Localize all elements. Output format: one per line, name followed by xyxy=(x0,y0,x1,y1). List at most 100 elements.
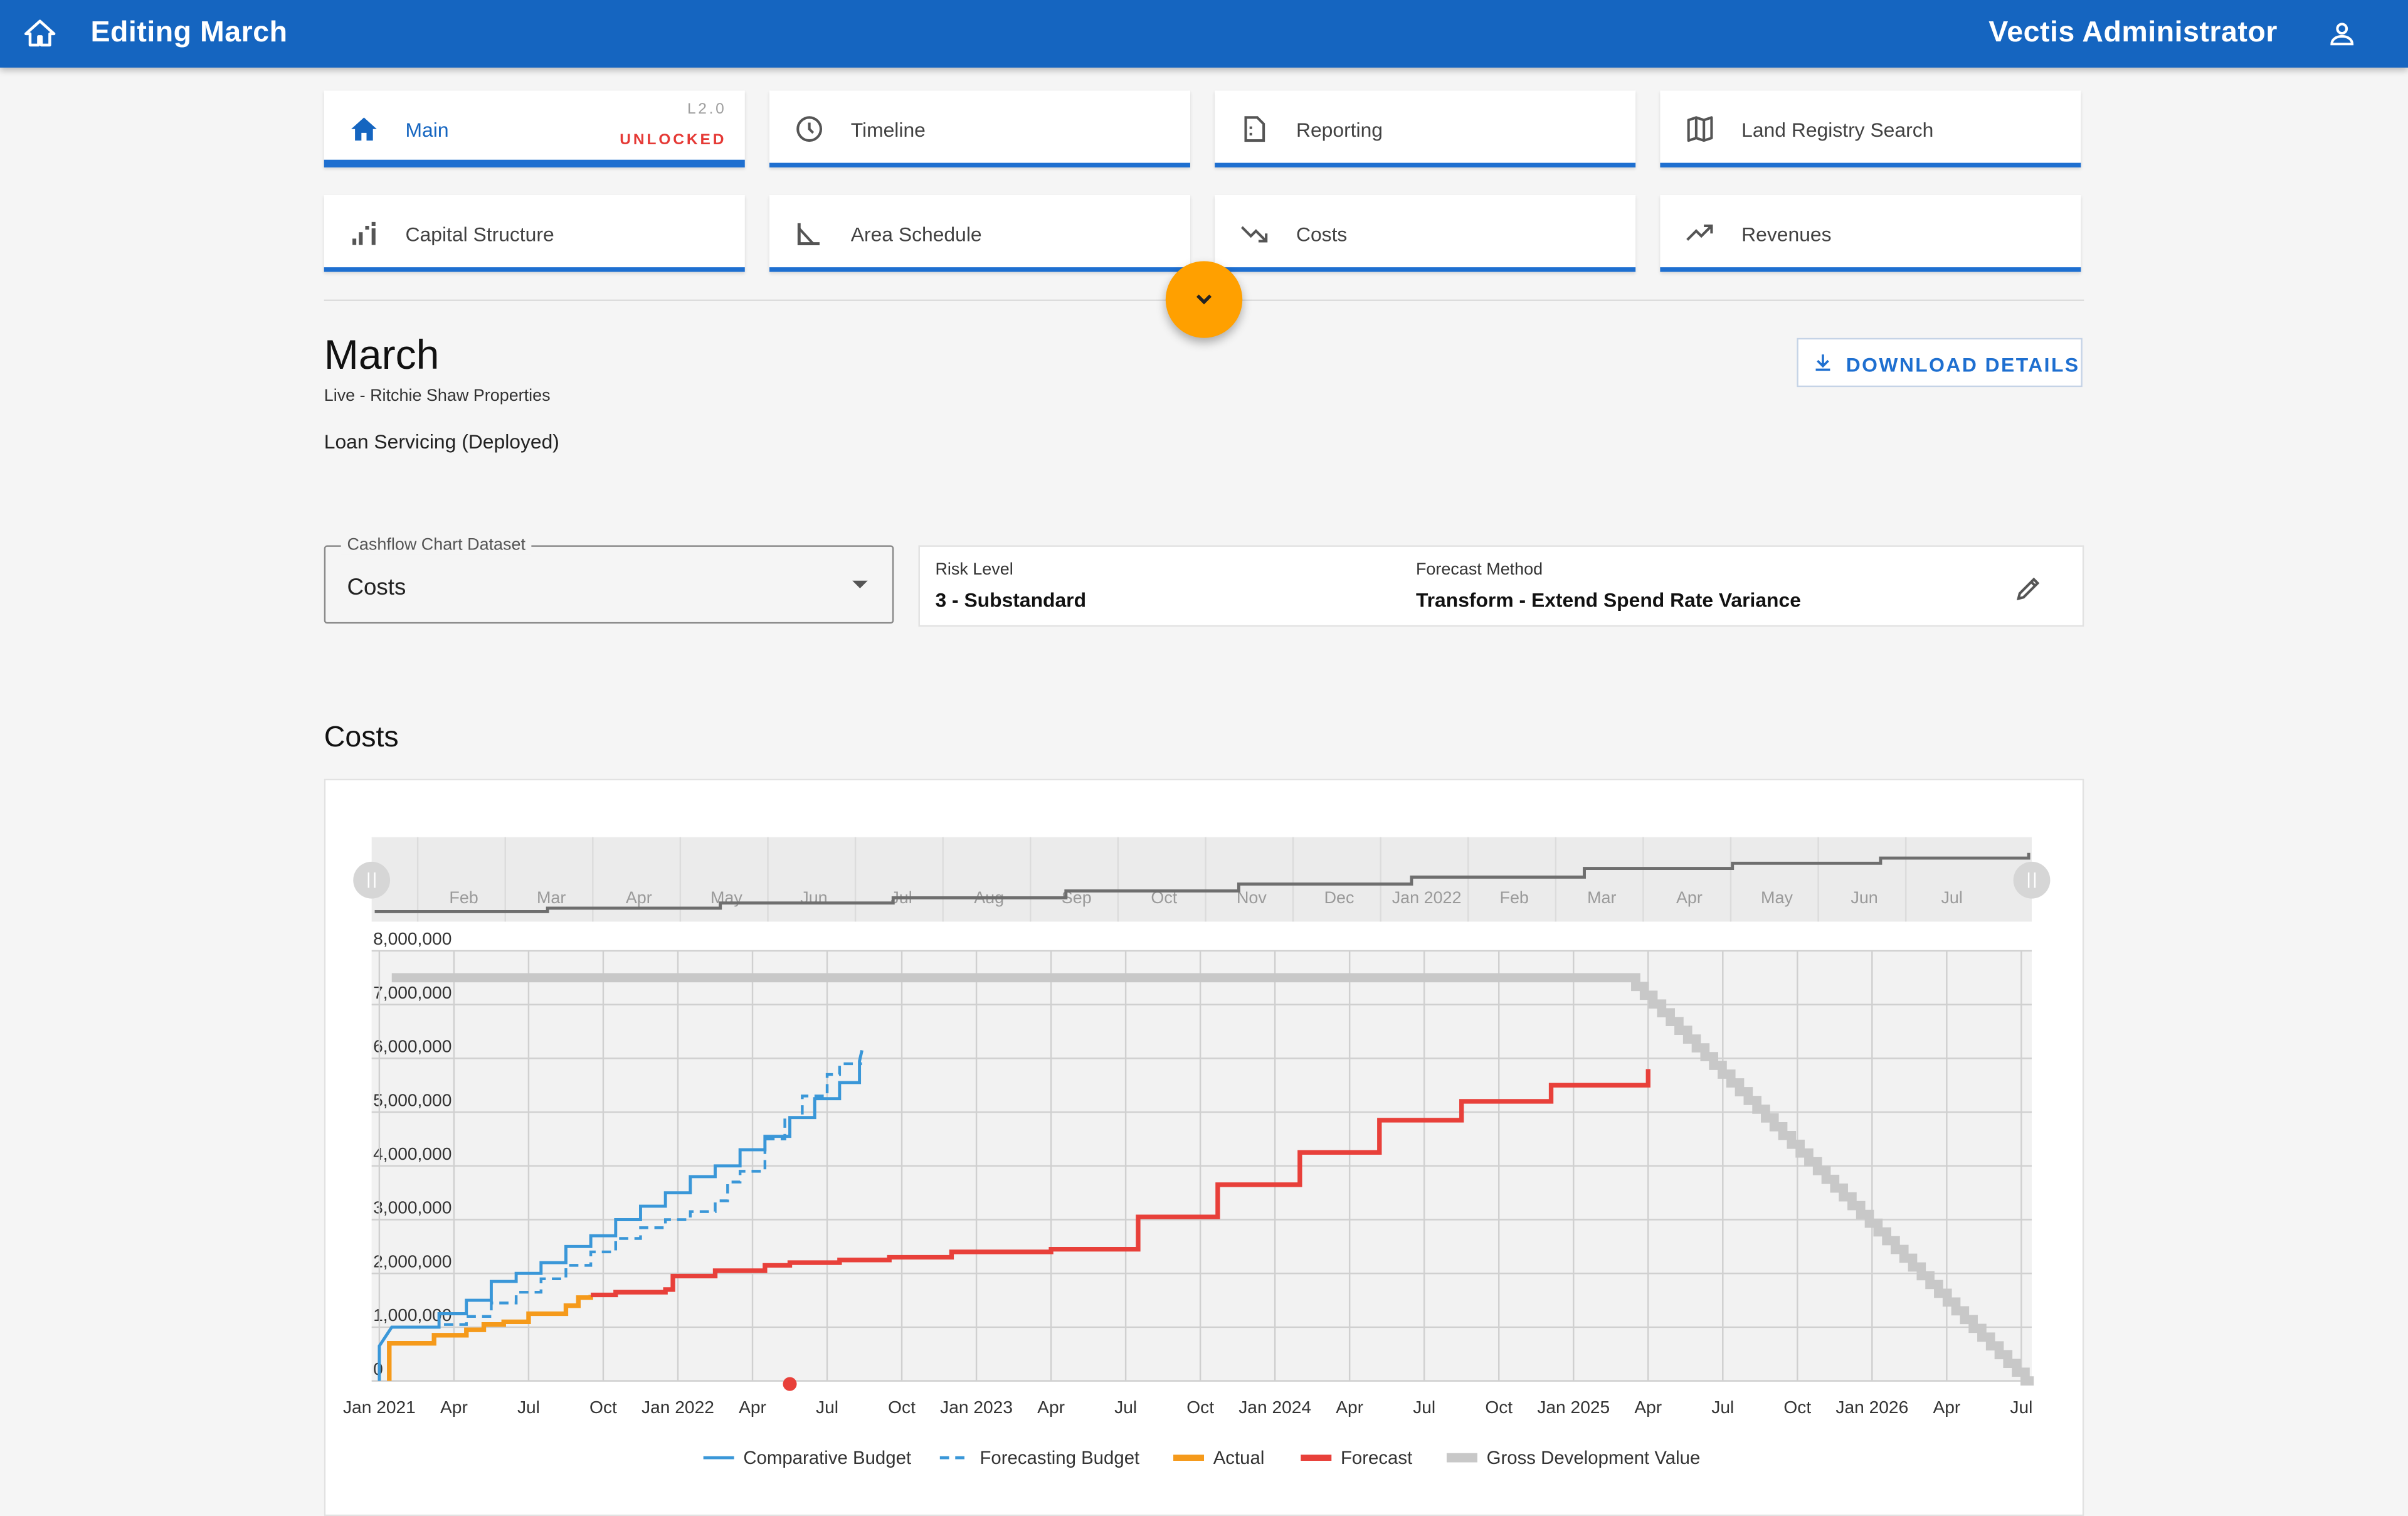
x-tick-label: Oct xyxy=(589,1397,617,1417)
stairs-icon xyxy=(352,221,376,245)
navigator-tick-label: Jul xyxy=(1941,888,1962,907)
x-tick-label: Oct xyxy=(888,1397,916,1417)
top-app-bar: Editing March Vectis Administrator xyxy=(0,0,2408,68)
x-tick-label: Jul xyxy=(1413,1397,1435,1417)
nav-card-label: Area Schedule xyxy=(850,223,982,246)
nav-card-land-registry[interactable]: Land Registry Search xyxy=(1660,90,2081,167)
map-icon xyxy=(1687,116,1713,142)
navigator-tick-label: Dec xyxy=(1324,888,1354,907)
x-tick-label: Jul xyxy=(2010,1397,2032,1417)
version-label: L2.0 xyxy=(687,101,727,119)
project-subtitle: Live - Ritchie Shaw Properties xyxy=(324,387,551,406)
navigator-tick-label: May xyxy=(1761,888,1793,907)
forecast-method-value: Transform - Extend Spend Rate Variance xyxy=(1415,588,1801,612)
today-marker xyxy=(783,1377,797,1391)
navigator-tick-label: Apr xyxy=(626,888,652,907)
y-tick-label: 3,000,000 xyxy=(373,1198,452,1217)
project-state: Loan Servicing (Deployed) xyxy=(324,430,559,453)
legend-item-label[interactable]: Actual xyxy=(1213,1448,1265,1468)
nav-card-revenues[interactable]: Revenues xyxy=(1660,195,2081,272)
trending-down-icon xyxy=(1240,226,1268,243)
nav-card-label: Revenues xyxy=(1741,223,1832,246)
y-tick-label: 7,000,000 xyxy=(373,983,452,1002)
x-tick-label: Jul xyxy=(816,1397,838,1417)
dropdown-arrow-icon xyxy=(852,580,868,588)
navigator-tick-label: Apr xyxy=(1676,888,1703,907)
x-tick-label: Jul xyxy=(1711,1397,1734,1417)
cashflow-dataset-select[interactable]: Cashflow Chart Dataset Costs xyxy=(324,536,894,624)
chevron-down-icon xyxy=(1196,294,1212,305)
nav-card-label: Timeline xyxy=(850,118,926,142)
nav-card-label: Reporting xyxy=(1296,118,1383,142)
account-icon[interactable] xyxy=(2326,18,2357,49)
x-tick-label: Jan 2021 xyxy=(343,1397,416,1417)
navigator-tick-label: Nov xyxy=(1237,888,1267,907)
x-tick-label: Jul xyxy=(517,1397,540,1417)
x-tick-label: Apr xyxy=(739,1397,766,1417)
select-label: Cashflow Chart Dataset xyxy=(341,536,532,555)
nav-card-label: Capital Structure xyxy=(405,223,554,246)
navigator-tick-label: Jun xyxy=(1851,888,1877,907)
costs-chart[interactable]: Feb Mar Apr May Jun Jul Aug Sep Oct Nov Dec Jan 202… xyxy=(325,780,2086,1507)
costs-chart-card: Feb Mar Apr May Jun Jul Aug Sep Oct Nov Dec Jan 202… xyxy=(324,778,2086,1516)
x-tick-label: Jul xyxy=(1114,1397,1137,1417)
legend-item-label[interactable]: Forecasting Budget xyxy=(980,1448,1139,1468)
x-tick-label: Apr xyxy=(440,1397,468,1417)
navigator-tick-label: Mar xyxy=(1587,888,1616,907)
nav-card-main[interactable]: Main L2.0 UNLOCKED xyxy=(324,90,745,167)
download-details-label: DOWNLOAD DETAILS xyxy=(1846,353,2080,377)
navigator-tick-label: Jan 2022 xyxy=(1392,888,1462,907)
nav-card-reporting[interactable]: Reporting xyxy=(1215,90,1636,167)
x-tick-label: Jan 2025 xyxy=(1537,1397,1610,1417)
navigator-right-handle[interactable] xyxy=(2013,861,2051,899)
trending-up-icon xyxy=(1686,224,1713,241)
legend-item-label[interactable]: Gross Development Value xyxy=(1487,1448,1701,1468)
nav-card-costs[interactable]: Costs xyxy=(1215,195,1636,272)
home-icon xyxy=(351,117,377,141)
clock-icon xyxy=(796,116,823,142)
legend-item-label[interactable]: Comparative Budget xyxy=(743,1448,911,1468)
legend-item-label[interactable]: Forecast xyxy=(1341,1448,1412,1468)
x-tick-label: Apr xyxy=(1933,1397,1960,1417)
page-title: Editing March xyxy=(90,16,288,50)
risk-panel: Risk Level 3 - Substandard Forecast Meth… xyxy=(918,545,2084,627)
x-tick-label: Jan 2024 xyxy=(1238,1397,1311,1417)
y-tick-label: 5,000,000 xyxy=(373,1090,452,1110)
download-icon xyxy=(1815,354,1830,371)
y-tick-label: 4,000,000 xyxy=(373,1144,452,1164)
download-details-button[interactable]: DOWNLOAD DETAILS xyxy=(1797,337,2083,388)
edit-pencil-icon[interactable] xyxy=(2014,573,2044,603)
select-value: Costs xyxy=(347,574,406,601)
user-name[interactable]: Vectis Administrator xyxy=(1988,17,2278,51)
y-tick-label: 2,000,000 xyxy=(373,1251,452,1271)
navigator-tick-label: Feb xyxy=(1500,888,1529,907)
section-title: Costs xyxy=(324,722,399,755)
nav-card-capital-structure[interactable]: Capital Structure xyxy=(324,195,745,272)
nav-card-label: Land Registry Search xyxy=(1741,118,1934,142)
navigator-tick-label: Feb xyxy=(449,888,478,907)
risk-level-value: 3 - Substandard xyxy=(935,588,1087,612)
forecast-method-label: Forecast Method xyxy=(1415,560,1543,580)
nav-card-label: Main xyxy=(405,118,449,142)
x-tick-label: Oct xyxy=(1485,1397,1513,1417)
lock-status-badge: UNLOCKED xyxy=(620,132,727,149)
x-tick-label: Jan 2022 xyxy=(642,1397,714,1417)
risk-level-label: Risk Level xyxy=(935,560,1013,580)
nav-card-area-schedule[interactable]: Area Schedule xyxy=(769,195,1190,272)
x-tick-label: Apr xyxy=(1336,1397,1363,1417)
nav-card-label: Costs xyxy=(1296,223,1348,246)
expand-fab-button[interactable] xyxy=(1165,261,1243,338)
navigator-tick-label: Mar xyxy=(537,888,566,907)
y-tick-label: 8,000,000 xyxy=(373,929,452,948)
x-tick-label: Apr xyxy=(1634,1397,1662,1417)
nav-card-timeline[interactable]: Timeline xyxy=(769,90,1190,167)
report-icon xyxy=(1244,116,1265,142)
x-tick-label: Apr xyxy=(1037,1397,1065,1417)
x-tick-label: Jan 2023 xyxy=(940,1397,1013,1417)
project-title: March xyxy=(324,331,440,378)
x-tick-label: Oct xyxy=(1783,1397,1811,1417)
navigator-left-handle[interactable] xyxy=(353,861,391,899)
x-tick-label: Oct xyxy=(1186,1397,1214,1417)
home-icon[interactable] xyxy=(23,17,57,51)
y-tick-label: 6,000,000 xyxy=(373,1037,452,1056)
